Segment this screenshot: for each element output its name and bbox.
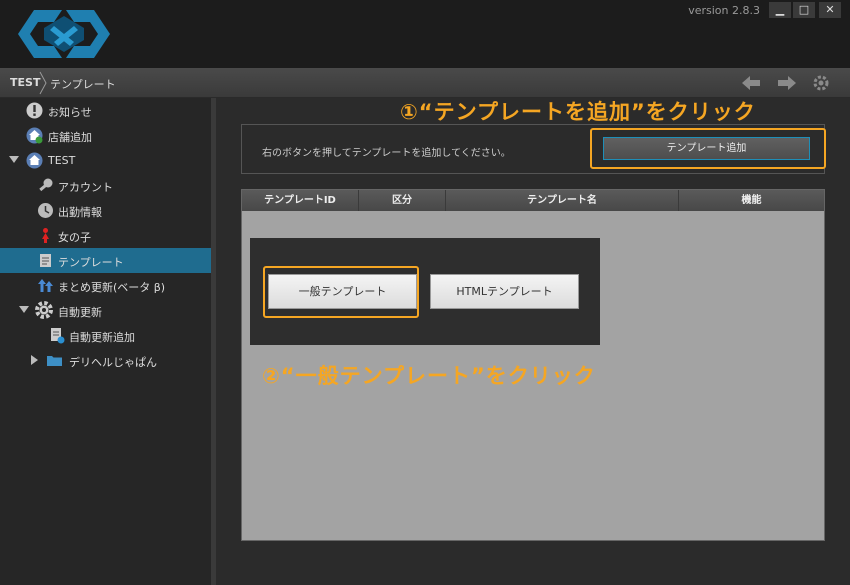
sidebar-item-auto-update-add[interactable]: 自動更新追加 <box>0 323 211 348</box>
version-label: version 2.8.3 <box>688 4 760 17</box>
annotation-step1: ①“テンプレートを追加”をクリック <box>400 100 756 124</box>
chevron-down-icon[interactable] <box>19 306 29 313</box>
app-logo <box>18 10 110 58</box>
sidebar-item-label: デリヘルじゃぱん <box>69 356 157 369</box>
folder-icon <box>47 356 62 366</box>
sidebar-item-label: 出勤情報 <box>58 206 102 219</box>
document-icon <box>40 254 51 267</box>
arrow-right-icon[interactable] <box>776 73 798 93</box>
close-button[interactable]: ✕ <box>819 2 841 18</box>
sidebar-item-label: TEST <box>48 154 76 167</box>
sidebar-item-label: テンプレート <box>58 256 124 269</box>
gear-icon[interactable] <box>810 73 832 93</box>
sidebar-item-deriheru-japan[interactable]: デリヘルじゃぱん <box>0 348 211 373</box>
column-header-function[interactable]: 機能 <box>679 190 824 211</box>
sidebar-item-girls[interactable]: 女の子 <box>0 223 211 248</box>
sidebar-item-label: 女の子 <box>58 231 91 244</box>
sidebar-item-bulk-update[interactable]: まとめ更新(ベータ β) <box>0 273 211 298</box>
highlight-frame-step2 <box>263 266 419 318</box>
sidebar-item-label: 店舗追加 <box>48 131 92 144</box>
sidebar-item-label: まとめ更新(ベータ β) <box>58 281 166 294</box>
column-header-category[interactable]: 区分 <box>359 190 446 211</box>
column-header-template-id[interactable]: テンプレートID <box>242 190 359 211</box>
instruction-text: 右のボタンを押してテンプレートを追加してください。 <box>262 148 511 159</box>
minimize-button[interactable]: ▁ <box>769 2 791 18</box>
sidebar-item-test[interactable]: TEST <box>0 148 211 173</box>
app-window: version 2.8.3 ▁ □ ✕ TEST テンプレート お知らせ 店舗追… <box>0 0 850 585</box>
home-add-icon <box>26 127 43 144</box>
sidebar-item-add-store[interactable]: 店舗追加 <box>0 123 211 148</box>
clock-icon <box>38 203 53 218</box>
highlight-frame-step1 <box>590 128 826 169</box>
sidebar-item-attendance[interactable]: 出勤情報 <box>0 198 211 223</box>
wrench-icon <box>39 178 53 192</box>
breadcrumb-root[interactable]: TEST <box>10 76 40 89</box>
breadcrumb-current[interactable]: テンプレート <box>50 76 116 92</box>
column-header-template-name[interactable]: テンプレート名 <box>446 190 679 211</box>
gear-icon <box>35 301 53 319</box>
chevron-down-icon[interactable] <box>9 156 19 163</box>
sidebar-item-label: お知らせ <box>48 106 92 119</box>
sidebar-item-label: 自動更新 <box>58 306 102 319</box>
home-icon <box>26 152 43 169</box>
info-icon <box>26 102 43 119</box>
arrow-left-icon[interactable] <box>740 73 762 93</box>
chevron-right-icon <box>39 71 47 95</box>
maximize-button[interactable]: □ <box>793 2 815 18</box>
annotation-step2: ②“一般テンプレート”をクリック <box>262 364 596 388</box>
sidebar-item-auto-update[interactable]: 自動更新 <box>0 298 211 323</box>
sidebar-item-notice[interactable]: お知らせ <box>0 98 211 123</box>
arrows-up-icon <box>38 279 53 292</box>
sidebar-item-label: アカウント <box>58 181 113 194</box>
breadcrumb: TEST テンプレート <box>0 68 850 98</box>
sidebar-item-account[interactable]: アカウント <box>0 173 211 198</box>
title-bar: version 2.8.3 ▁ □ ✕ <box>0 0 850 68</box>
chevron-right-icon[interactable] <box>31 355 38 365</box>
html-template-button[interactable]: HTMLテンプレート <box>430 274 579 309</box>
sidebar-item-label: 自動更新追加 <box>69 331 135 344</box>
table-header: テンプレートID 区分 テンプレート名 機能 <box>242 190 824 211</box>
person-icon <box>42 228 49 243</box>
sidebar-item-template[interactable]: テンプレート <box>0 248 211 273</box>
document-add-icon <box>51 328 65 344</box>
sidebar: お知らせ 店舗追加 TEST アカウント 出勤情報 女の子 テンプレート まとめ… <box>0 98 211 585</box>
